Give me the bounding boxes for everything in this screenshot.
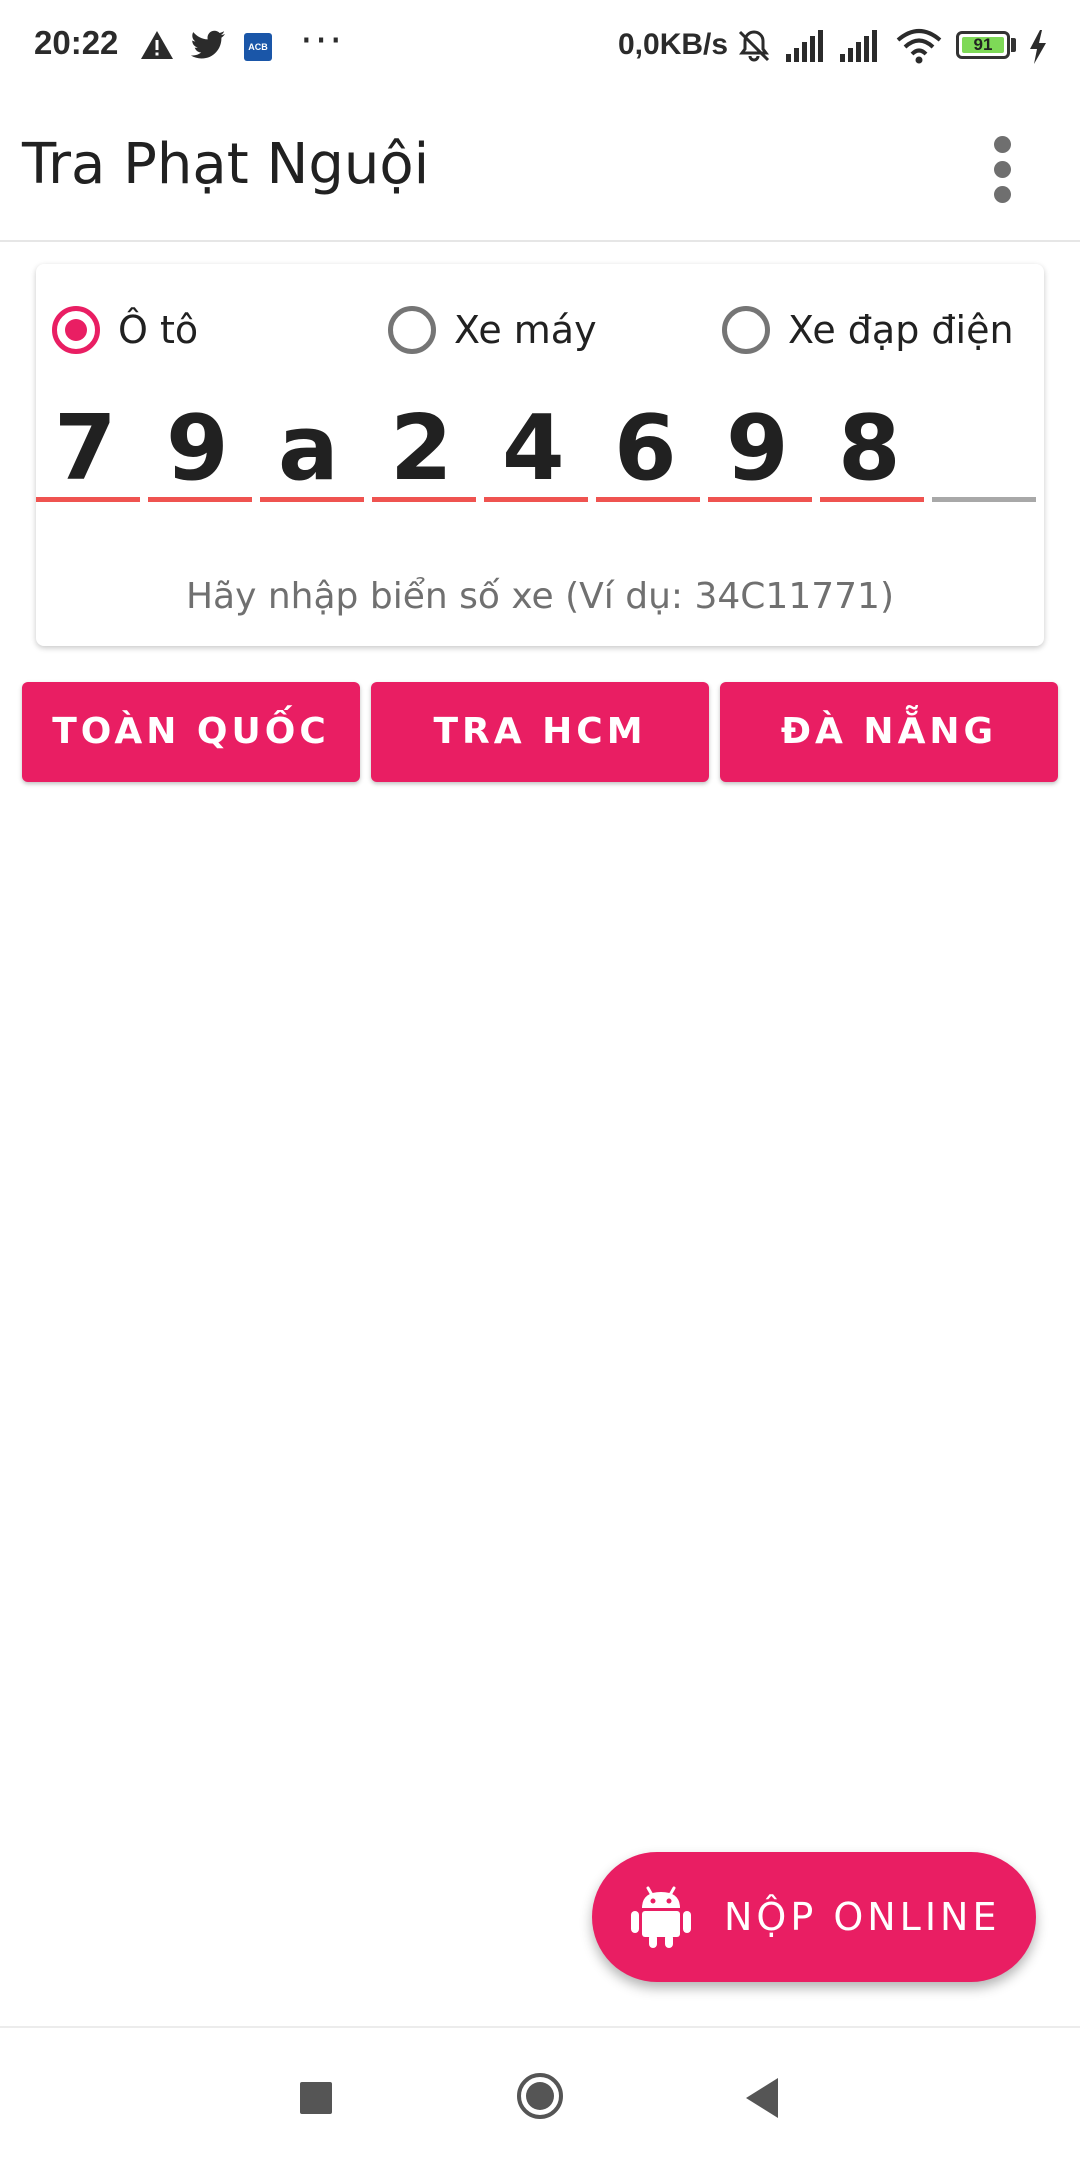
radio-oto[interactable]: Ô tô <box>52 300 198 360</box>
more-vert-icon[interactable] <box>980 126 1026 212</box>
battery-level: 91 <box>973 35 993 54</box>
radio-unchecked-icon <box>722 306 770 354</box>
search-card: Ô tô Xe máy Xe đạp điện 7 9 a 2 4 6 9 8 … <box>36 264 1044 646</box>
radio-label: Ô tô <box>118 308 199 352</box>
navigation-bar <box>0 2026 1080 2158</box>
nop-online-button[interactable]: NỘP ONLINE <box>592 1852 1036 1982</box>
warning-icon <box>141 31 173 59</box>
plate-char: 8 <box>838 396 901 501</box>
tra-hcm-button[interactable]: TRA HCM <box>371 682 709 782</box>
plate-cell[interactable]: 9 <box>148 396 252 502</box>
fab-label: NỘP ONLINE <box>724 1895 1001 1939</box>
back-icon[interactable] <box>742 2076 782 2120</box>
signal-icon-2 <box>840 30 877 62</box>
radio-label: Xe máy <box>454 308 597 352</box>
charging-icon <box>1030 30 1046 64</box>
plate-char: 9 <box>166 396 229 501</box>
battery-icon: 91 <box>956 31 1010 59</box>
plate-cell[interactable]: 9 <box>708 396 812 502</box>
home-icon[interactable] <box>516 2072 564 2120</box>
plate-char: 2 <box>390 396 453 501</box>
plate-char: 7 <box>54 396 117 501</box>
plate-char: 6 <box>614 396 677 501</box>
acb-app-icon: ACB <box>244 33 272 61</box>
da-nang-button[interactable]: ĐÀ NẴNG <box>720 682 1058 782</box>
plate-cell[interactable]: a <box>260 396 364 502</box>
plate-input[interactable]: 7 9 a 2 4 6 9 8 <box>36 396 1044 502</box>
radio-xe-dap-dien[interactable]: Xe đạp điện <box>722 300 1014 360</box>
radio-label: Xe đạp điện <box>788 308 1014 352</box>
plate-cell[interactable]: 8 <box>820 396 924 502</box>
recents-icon[interactable] <box>300 2082 332 2114</box>
app-bar: Tra Phạt Nguội <box>0 96 1080 242</box>
plate-char: 4 <box>502 396 565 501</box>
plate-cell[interactable]: 2 <box>372 396 476 502</box>
bell-muted-icon <box>738 30 770 62</box>
radio-xe-may[interactable]: Xe máy <box>388 300 597 360</box>
plate-hint: Hãy nhập biển số xe (Ví dụ: 34C11771) <box>185 576 894 617</box>
plate-cell[interactable] <box>932 404 1036 502</box>
toan-quoc-button[interactable]: TOÀN QUỐC <box>22 682 360 782</box>
status-bar: 20:22 ACB ··· 0,0KB/s 91 <box>0 0 1080 96</box>
plate-cell[interactable]: 4 <box>484 396 588 502</box>
plate-char: 9 <box>726 396 789 501</box>
android-icon <box>631 1886 691 1948</box>
radio-unchecked-icon <box>388 306 436 354</box>
signal-icon <box>786 30 823 62</box>
radio-checked-icon <box>52 306 100 354</box>
page-title: Tra Phạt Nguội <box>22 132 430 197</box>
status-time: 20:22 <box>34 24 119 61</box>
plate-char: a <box>278 396 339 501</box>
plate-cell[interactable]: 7 <box>36 396 140 502</box>
more-notifications-icon: ··· <box>300 18 345 64</box>
network-speed: 0,0KB/s <box>618 28 729 61</box>
twitter-icon <box>190 30 225 59</box>
plate-cell[interactable]: 6 <box>596 396 700 502</box>
wifi-icon <box>896 29 942 64</box>
